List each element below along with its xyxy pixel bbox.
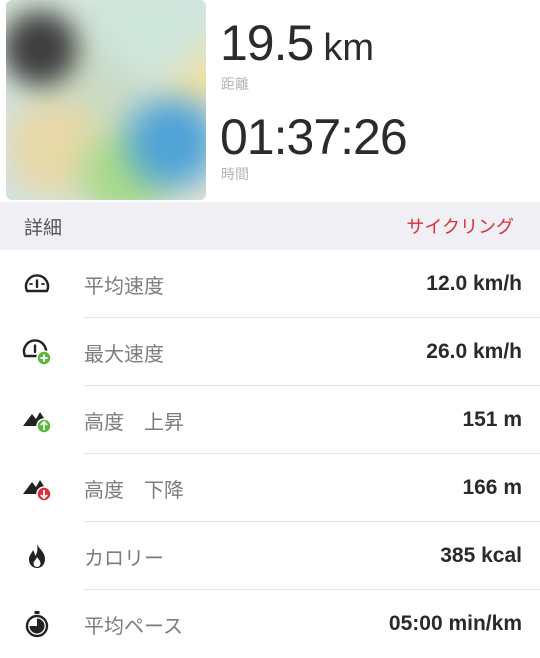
time-label: 時間 [221, 167, 249, 183]
details-list: 平均速度 12.0 km/h 最大速度 26.0 km/h 高度 上昇 151 … [0, 250, 540, 658]
stat-value: 151 m [462, 408, 522, 431]
stat-label: カロリー [84, 545, 164, 570]
stat-value: 26.0 km/h [426, 340, 522, 363]
details-header: 詳細 サイクリング [0, 202, 540, 250]
distance-value: 19.5 km [220, 15, 374, 71]
stopwatch-icon [22, 609, 52, 639]
stat-row-elevation-gain: 高度 上昇 151 m [0, 386, 540, 454]
details-title: 詳細 [24, 216, 63, 239]
stat-row-elevation-loss: 高度 下降 166 m [0, 454, 540, 522]
mountain-descent-icon [22, 473, 52, 503]
stat-row-calories: カロリー 385 kcal [0, 522, 540, 590]
stat-value: 385 kcal [440, 544, 522, 567]
distance-unit: km [323, 27, 374, 69]
activity-type[interactable]: サイクリング [406, 213, 514, 239]
stat-label: 最大速度 [84, 341, 164, 366]
stat-label: 高度 上昇 [84, 409, 184, 434]
stat-label: 平均ペース [84, 613, 183, 638]
distance-label: 距離 [221, 77, 249, 93]
stat-row-max-speed: 最大速度 26.0 km/h [0, 318, 540, 386]
flame-icon [22, 541, 52, 571]
stat-value: 166 m [462, 476, 522, 499]
stat-label: 高度 下降 [84, 477, 184, 502]
stat-value: 05:00 min/km [388, 612, 522, 635]
speedometer-icon [22, 269, 52, 299]
stat-row-average-speed: 平均速度 12.0 km/h [0, 250, 540, 318]
mountain-ascent-icon [22, 405, 52, 435]
max-speedometer-icon [22, 337, 52, 367]
time-value: 01:37:26 [220, 109, 408, 165]
summary-section: 19.5 km 距離 01:37:26 時間 [0, 0, 540, 200]
stat-value: 12.0 km/h [426, 272, 522, 295]
stat-label: 平均速度 [84, 273, 164, 298]
route-map-thumbnail[interactable] [6, 0, 206, 200]
